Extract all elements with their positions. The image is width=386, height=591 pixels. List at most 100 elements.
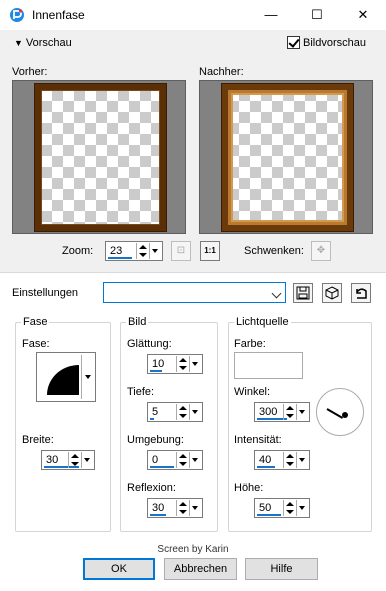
zoom-label: Zoom: xyxy=(62,245,94,257)
zoom-100-button[interactable]: 1:1 xyxy=(200,241,220,261)
preset-combo[interactable] xyxy=(103,282,286,303)
after-frame-image xyxy=(222,84,353,231)
ambience-label: Umgebung: xyxy=(127,434,184,446)
actual-size-icon: 1:1 xyxy=(204,246,216,255)
intensity-level-bar xyxy=(257,466,275,468)
image-group-title: Bild xyxy=(126,316,149,328)
smoothing-value[interactable]: 10 xyxy=(152,358,164,370)
dice-icon xyxy=(325,286,339,300)
elevation-level-bar xyxy=(257,514,281,516)
dropdown-arrow-icon[interactable] xyxy=(189,404,200,420)
preview-toggle[interactable]: ▼ Vorschau xyxy=(14,37,72,49)
dropdown-arrow-icon[interactable] xyxy=(189,356,200,372)
before-frame-image xyxy=(35,84,166,231)
angle-knob-icon xyxy=(342,412,348,418)
spin-arrows-icon[interactable] xyxy=(176,404,188,420)
spin-arrows-icon[interactable] xyxy=(283,452,295,468)
width-value[interactable]: 30 xyxy=(46,454,58,466)
angle-label: Winkel: xyxy=(234,386,271,398)
window-title: Innenfase xyxy=(32,8,85,22)
dropdown-arrow-icon[interactable] xyxy=(189,500,200,516)
minimize-button[interactable]: — xyxy=(248,0,294,30)
ok-button[interactable]: OK xyxy=(83,558,155,580)
image-preview-checkbox[interactable]: Bildvorschau xyxy=(287,36,366,49)
intensity-label: Intensität: xyxy=(234,434,282,446)
smoothing-spinner[interactable]: 10 xyxy=(147,354,203,374)
maximize-button[interactable]: ☐ xyxy=(294,0,340,30)
dropdown-arrow-icon[interactable] xyxy=(296,452,307,468)
help-button[interactable]: Hilfe xyxy=(245,558,318,580)
before-label: Vorher: xyxy=(12,66,48,78)
fit-icon: ⊡ xyxy=(176,245,186,256)
smoothing-level-bar xyxy=(150,370,162,372)
elevation-spinner[interactable]: 50 xyxy=(254,498,310,518)
fase-label: Fase: xyxy=(22,338,50,350)
checkbox-box[interactable] xyxy=(287,36,300,49)
image-preview-label: Bildvorschau xyxy=(303,36,366,49)
color-label: Farbe: xyxy=(234,338,266,350)
spin-arrows-icon[interactable] xyxy=(283,404,295,420)
preview-header-label: Vorschau xyxy=(25,37,72,49)
dropdown-arrow-icon[interactable] xyxy=(296,500,307,516)
ambience-value[interactable]: 0 xyxy=(152,454,158,466)
cancel-button[interactable]: Abbrechen xyxy=(164,558,237,580)
after-label: Nachher: xyxy=(199,66,244,78)
pan-label: Schwenken: xyxy=(244,245,304,257)
before-preview[interactable] xyxy=(12,80,186,234)
light-group-title: Lichtquelle xyxy=(234,316,291,328)
spin-arrows-icon[interactable] xyxy=(176,500,188,516)
spin-arrows-icon[interactable] xyxy=(68,452,80,468)
reset-icon xyxy=(356,288,367,299)
zoom-fit-button[interactable]: ⊡ xyxy=(171,241,191,261)
reset-button[interactable] xyxy=(351,283,371,303)
depth-spinner[interactable]: 5 xyxy=(147,402,203,422)
depth-label: Tiefe: xyxy=(127,386,155,398)
smoothing-label: Glättung: xyxy=(127,338,172,350)
settings-label: Einstellungen xyxy=(12,287,79,299)
save-preset-button[interactable] xyxy=(293,283,313,303)
close-button[interactable]: ✕ xyxy=(340,0,386,30)
angle-dial[interactable] xyxy=(316,388,364,436)
intensity-spinner[interactable]: 40 xyxy=(254,450,310,470)
after-preview[interactable] xyxy=(199,80,373,234)
chevron-down-icon[interactable] xyxy=(270,283,285,302)
dropdown-arrow-icon[interactable] xyxy=(81,452,92,468)
angle-spinner[interactable]: 300 xyxy=(254,402,310,422)
ambience-level-bar xyxy=(150,466,174,468)
bevel-shape-icon xyxy=(47,365,79,395)
title-bar: Innenfase — ☐ ✕ xyxy=(0,0,386,30)
light-color-swatch[interactable] xyxy=(234,352,303,379)
spin-arrows-icon[interactable] xyxy=(136,243,148,259)
elevation-label: Höhe: xyxy=(234,482,264,494)
depth-value[interactable]: 5 xyxy=(152,406,158,418)
spin-arrows-icon[interactable] xyxy=(283,500,295,516)
spin-arrows-icon[interactable] xyxy=(176,452,188,468)
reflection-level-bar xyxy=(150,514,166,516)
angle-value[interactable]: 300 xyxy=(259,406,277,418)
elevation-value[interactable]: 50 xyxy=(259,502,271,514)
bevel-shape-selector[interactable] xyxy=(36,352,96,402)
reflection-spinner[interactable]: 30 xyxy=(147,498,203,518)
dropdown-arrow-icon[interactable] xyxy=(189,452,200,468)
save-icon xyxy=(296,286,310,300)
angle-needle-icon xyxy=(326,408,344,419)
reflection-label: Reflexion: xyxy=(127,482,176,494)
intensity-value[interactable]: 40 xyxy=(259,454,271,466)
dropdown-arrow-icon[interactable] xyxy=(81,355,93,399)
dropdown-arrow-icon[interactable] xyxy=(296,404,307,420)
fase-group-title: Fase xyxy=(21,316,50,328)
dropdown-arrow-icon[interactable] xyxy=(149,243,160,259)
width-label: Breite: xyxy=(22,434,54,446)
credit-text: Screen by Karin xyxy=(157,544,229,555)
depth-level-bar xyxy=(150,418,154,420)
move-icon: ✥ xyxy=(316,245,326,256)
width-spinner[interactable]: 30 xyxy=(41,450,95,470)
pan-button[interactable]: ✥ xyxy=(311,241,331,261)
app-icon xyxy=(10,8,24,22)
spin-arrows-icon[interactable] xyxy=(176,356,188,372)
randomize-button[interactable] xyxy=(322,283,342,303)
zoom-spinner[interactable]: 23 xyxy=(105,241,163,261)
zoom-value[interactable]: 23 xyxy=(110,245,122,257)
ambience-spinner[interactable]: 0 xyxy=(147,450,203,470)
reflection-value[interactable]: 30 xyxy=(152,502,164,514)
